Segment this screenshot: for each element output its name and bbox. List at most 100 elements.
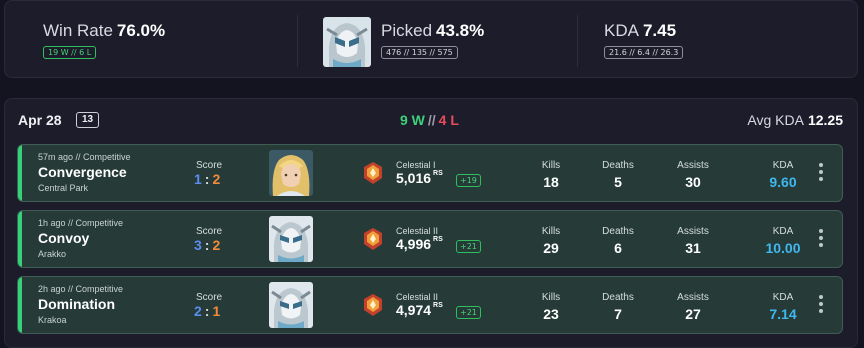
match-row[interactable]: 57m ago // Competitive Convergence Centr… <box>17 144 843 202</box>
kda-pill: 21.6 // 6.4 // 26.3 <box>604 46 684 59</box>
match-kda-value: 9.60 <box>769 174 797 190</box>
deaths-value: 7 <box>614 306 622 322</box>
day-win-loss: 9 W//4 L <box>400 112 459 128</box>
deaths-value: 6 <box>614 240 622 256</box>
deaths-label: Deaths <box>602 226 634 237</box>
match-map: Arakko <box>38 249 67 259</box>
hero-portrait-icon <box>269 282 313 328</box>
rank-score-value: 4,996 <box>396 236 432 252</box>
kills-col: Kills 29 <box>537 226 565 256</box>
score-team-b: 2 <box>212 171 221 187</box>
more-options-icon[interactable] <box>818 295 824 317</box>
kda-col-label: KDA <box>772 226 794 237</box>
deaths-value: 5 <box>614 174 622 190</box>
rank-score-value: 5,016 <box>396 170 432 186</box>
hero-portrait-icon <box>323 17 371 67</box>
score-sep: : <box>204 237 210 253</box>
divider <box>297 15 298 67</box>
kda-col: KDA 9.60 <box>758 160 808 190</box>
rs-change-badge: +19 <box>456 174 481 187</box>
match-kda-value: 10.00 <box>765 240 801 256</box>
match-kda-value: 7.14 <box>769 306 797 322</box>
deaths-col: Deaths 7 <box>600 292 636 322</box>
day-date: Apr 28 <box>18 112 62 128</box>
kills-label: Kills <box>541 226 561 237</box>
avg-kda: Avg KDA 12.25 <box>747 112 843 128</box>
rank-name: Celestial I <box>396 160 436 170</box>
kda-label: KDA <box>604 21 639 40</box>
match-mode: Domination <box>38 296 115 312</box>
score-label: Score <box>196 226 223 237</box>
assists-label: Assists <box>677 292 709 303</box>
rank-name: Celestial II <box>396 292 439 302</box>
kills-value: 29 <box>543 240 559 256</box>
win-indicator <box>18 277 22 333</box>
match-meta: 57m ago // Competitive <box>38 152 131 162</box>
more-options-icon[interactable] <box>818 229 824 251</box>
kda-value: 7.45 <box>642 21 677 40</box>
win-rate-stat: Win Rate 76.0% 19 W // 6 L <box>43 21 165 60</box>
picked-label: Picked <box>381 21 433 40</box>
rs-label: RS <box>433 236 443 243</box>
day-wins: 9 W <box>400 112 425 128</box>
assists-value: 27 <box>685 306 701 322</box>
assists-col: Assists 30 <box>674 160 712 190</box>
day-wl-sep: // <box>427 112 436 128</box>
kda-col: KDA 7.14 <box>758 292 808 322</box>
deaths-col: Deaths 5 <box>600 160 636 190</box>
win-indicator <box>18 145 22 201</box>
score-sep: : <box>204 171 210 187</box>
rs-change-badge: +21 <box>456 240 481 253</box>
rs-change-badge: +21 <box>456 306 481 319</box>
rs-label: RS <box>433 170 443 177</box>
match-row[interactable]: 1h ago // Competitive Convoy Arakko Scor… <box>17 210 843 268</box>
score-team-a: 2 <box>194 303 202 319</box>
match-row[interactable]: 2h ago // Competitive Domination Krakoa … <box>17 276 843 334</box>
score-label: Score <box>196 160 223 171</box>
picked-stat: Picked 43.8% 476 // 135 // 575 <box>381 21 484 60</box>
deaths-col: Deaths 6 <box>600 226 636 256</box>
kda-col-label: KDA <box>772 292 794 303</box>
hero-portrait-icon <box>269 150 313 196</box>
more-options-icon[interactable] <box>818 163 824 185</box>
score-label: Score <box>196 292 223 303</box>
match-history-panel: Apr 28 1 3 9 W//4 L Avg KDA 12.25 57m ago … <box>4 98 858 348</box>
kda-stat: KDA 7.45 21.6 // 6.4 // 26.3 <box>604 21 684 60</box>
match-meta: 1h ago // Competitive <box>38 218 124 228</box>
win-rate-value: 76.0% <box>116 21 166 40</box>
assists-col: Assists 31 <box>674 226 712 256</box>
assists-value: 31 <box>685 240 701 256</box>
match-map: Krakoa <box>38 315 67 325</box>
rank-name: Celestial II <box>396 226 439 236</box>
score-team-b: 1 <box>212 303 221 319</box>
rs-label: RS <box>433 302 443 309</box>
win-rate-label: Win Rate <box>43 21 113 40</box>
picked-pill: 476 // 135 // 575 <box>381 46 458 59</box>
match-score: 1:2 <box>194 171 220 187</box>
assists-value: 30 <box>685 174 701 190</box>
match-mode: Convoy <box>38 230 90 246</box>
win-loss-pill: 19 W // 6 L <box>43 46 97 59</box>
summary-card: Win Rate 76.0% 19 W // 6 L Picked 43.8% 47… <box>4 0 858 78</box>
avg-kda-label: Avg KDA <box>747 112 804 128</box>
assists-col: Assists 27 <box>674 292 712 322</box>
avg-kda-value: 12.25 <box>807 112 843 128</box>
assists-label: Assists <box>677 160 709 171</box>
deaths-label: Deaths <box>602 292 634 303</box>
rank-score: 4,974 RS <box>396 302 443 318</box>
kda-col: KDA 10.00 <box>758 226 808 256</box>
win-indicator <box>18 211 22 267</box>
match-map: Central Park <box>38 183 89 193</box>
rank-emblem-icon <box>364 228 382 250</box>
divider <box>577 15 578 67</box>
rank-emblem-icon <box>364 162 382 184</box>
kills-col: Kills 18 <box>537 160 565 190</box>
kills-value: 18 <box>543 174 559 190</box>
score-team-a: 3 <box>194 237 202 253</box>
match-score: 3:2 <box>194 237 220 253</box>
rank-score: 5,016 RS <box>396 170 443 186</box>
deaths-label: Deaths <box>602 160 634 171</box>
rank-score-value: 4,974 <box>396 302 432 318</box>
match-score: 2:1 <box>194 303 220 319</box>
day-losses: 4 L <box>438 112 459 128</box>
